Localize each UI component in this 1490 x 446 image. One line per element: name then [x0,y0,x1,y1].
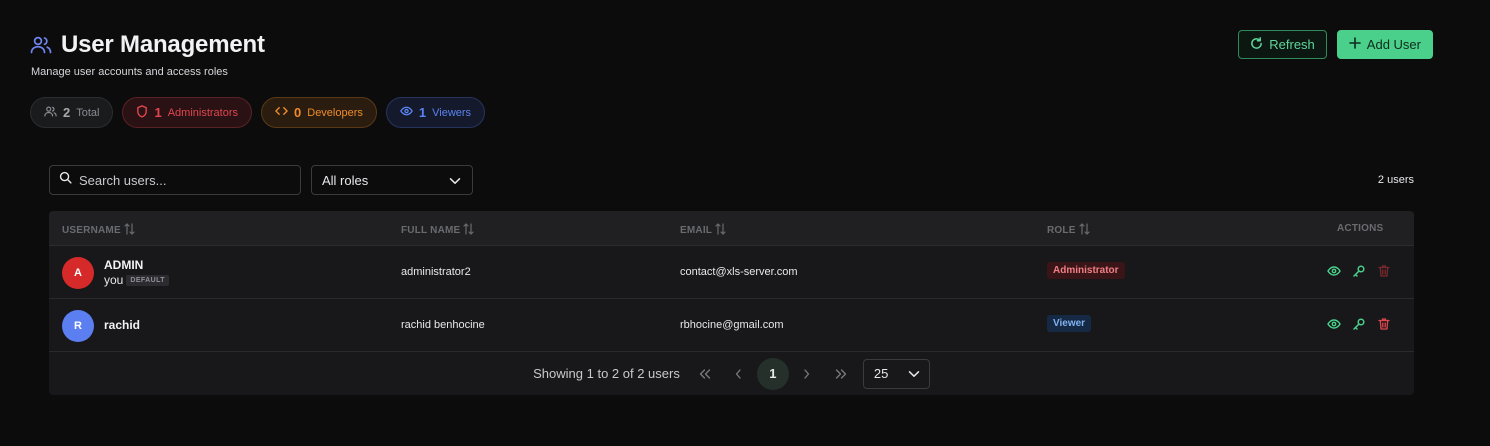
add-user-label: Add User [1366,37,1421,52]
stat-viewers[interactable]: 1 Viewers [385,97,486,128]
you-indicator: you DEFAULT [104,273,169,287]
full-name: rachid benhocine [401,319,485,331]
per-page-value: 25 [873,366,889,381]
search-icon [59,171,72,189]
stats-bar: 2 Total 1 Administrators 0 Developers 1 … [30,97,486,128]
first-page-icon[interactable] [688,359,722,389]
page-button-current[interactable]: 1 [756,357,789,390]
stat-total-label: Total [76,106,100,119]
sort-icon [715,223,726,238]
stat-administrators-label: Administrators [167,106,239,119]
refresh-icon [1250,36,1263,53]
page-header: User Management [30,31,265,59]
row-actions [1327,317,1391,331]
stat-total-count: 2 [63,105,71,120]
username: rachid [104,318,141,332]
add-user-button[interactable]: Add User [1336,30,1433,59]
column-label: USERNAME [62,225,121,236]
refresh-label: Refresh [1269,37,1315,52]
page-title: User Management [61,31,265,58]
you-label: you [104,273,124,287]
full-name: administrator2 [401,266,471,278]
role-badge: Viewer [1047,315,1092,332]
username: ADMIN [104,258,144,272]
page-subtitle: Manage user accounts and access roles [31,66,228,78]
column-full-name[interactable]: FULL NAME [401,223,474,238]
sort-icon [1078,223,1090,238]
column-actions: ACTIONS [1337,223,1383,234]
table-row[interactable]: A ADMIN you DEFAULT administrator2 conta… [49,246,1414,299]
role-badge: Administrator [1047,262,1125,279]
trash-icon[interactable] [1377,264,1391,278]
avatar: A [62,257,94,289]
chevron-down-icon [908,366,920,381]
key-icon[interactable] [1352,264,1366,278]
per-page-select[interactable]: 25 [862,358,930,389]
refresh-button[interactable]: Refresh [1238,30,1327,59]
avatar: R [62,310,94,342]
stat-viewers-count: 1 [418,105,427,120]
users-table: USERNAME FULL NAME EMAIL ROLE ACTIONS A … [49,211,1414,395]
view-eye-icon[interactable] [1327,264,1341,278]
sort-icon [124,223,135,238]
search-field[interactable] [49,165,301,195]
header-actions: Refresh Add User [1238,30,1433,59]
prev-page-icon[interactable] [722,359,756,389]
default-tag: DEFAULT [126,274,169,286]
stat-administrators[interactable]: 1 Administrators [122,97,253,128]
column-label: FULL NAME [401,225,461,236]
stat-total[interactable]: 2 Total [30,97,114,128]
user-count: 2 users [1377,174,1414,186]
users-icon [30,36,52,54]
users-icon [44,106,57,120]
pagination: Showing 1 to 2 of 2 users 1 25 [49,352,1414,395]
trash-icon[interactable] [1377,317,1391,331]
pagination-summary: Showing 1 to 2 of 2 users [533,366,680,381]
email: rbhocine@gmail.com [680,319,784,331]
next-page-icon[interactable] [790,359,824,389]
plus-icon [1348,37,1361,52]
column-label: ACTIONS [1337,223,1384,234]
stat-developers-label: Developers [307,106,363,119]
last-page-icon[interactable] [824,359,858,389]
table-header: USERNAME FULL NAME EMAIL ROLE ACTIONS [49,211,1414,246]
search-input[interactable] [79,172,279,188]
key-icon[interactable] [1352,317,1366,331]
column-label: EMAIL [680,225,713,236]
role-filter-select[interactable]: All roles [311,165,473,195]
chevron-down-icon [449,173,461,188]
row-actions [1327,264,1391,278]
email: contact@xls-server.com [680,266,798,278]
column-role[interactable]: ROLE [1047,223,1090,238]
column-username[interactable]: USERNAME [62,223,135,238]
code-icon [275,106,288,119]
column-email[interactable]: EMAIL [680,223,726,238]
role-filter-value: All roles [322,172,369,188]
shield-icon [136,104,148,121]
view-eye-icon[interactable] [1327,317,1341,331]
column-label: ROLE [1047,225,1076,236]
stat-developers[interactable]: 0 Developers [261,97,377,128]
eye-icon [400,106,413,119]
sort-icon [463,223,474,238]
table-row[interactable]: R rachid rachid benhocine rbhocine@gmail… [49,299,1414,352]
stat-viewers-label: Viewers [432,106,472,119]
stat-developers-count: 0 [294,105,302,120]
stat-administrators-count: 1 [154,105,162,120]
